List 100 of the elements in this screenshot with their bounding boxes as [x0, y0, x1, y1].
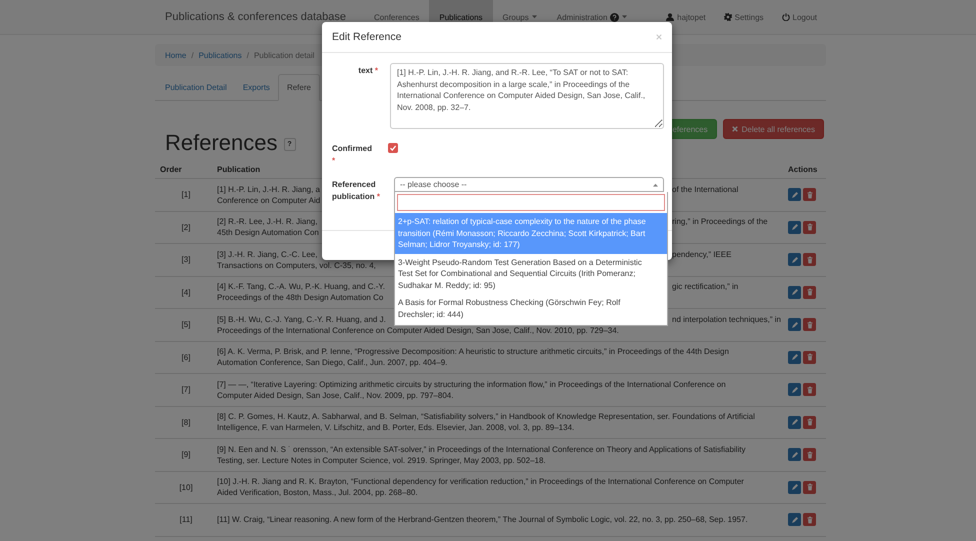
order-cell-text: [2] [180, 222, 192, 232]
close-icon[interactable] [656, 34, 662, 40]
order-cell-text: [3] [180, 255, 192, 264]
edit-button[interactable] [788, 448, 801, 462]
publication-text: Computer Aided Design, San Jose, Calif., Nov. 2009, pp. 797–804. [217, 390, 454, 400]
edit-button[interactable] [788, 480, 801, 494]
column-header: Actions [788, 165, 818, 174]
breadcrumb-current: Publication detail [254, 50, 314, 60]
order-cell-text: [10] [178, 482, 194, 492]
user-icon [666, 13, 674, 21]
pencil-icon [790, 483, 798, 492]
edit-button[interactable] [788, 350, 801, 364]
publication-text: [4] K.-F. Tang, C.-A. Wu, P.-K. Huang, and C.-Y. [217, 281, 385, 292]
pencil-icon [790, 256, 798, 264]
delete-button[interactable] [803, 286, 816, 299]
publication-text: Proceedings of the 48th Design Automation Co [217, 293, 384, 302]
publication-text: [2] R.-R. Lee, J.-H. R. Jiang, [217, 216, 318, 228]
publication-text: [6] A. K. Verma, P. Brisk, and P. Ienne, “Progressive Decomposition: A heuristic to structure arithmetic circuits,” in Proceedings of the 44th Design [217, 347, 729, 356]
publication-text: [11] W. Craig, “Linear reasoning. A new form of the Herbrand-Gentzen theorem,” The Journal of Symbolic Logic, vol. 22, no. 3, pp. 250–68, Sep. 1957. [217, 515, 748, 524]
publication-text: Automation Conference, San Diego, Calif., Jun. 2007, pp. 404–9. [217, 358, 448, 368]
edit-button[interactable] [788, 188, 801, 202]
delete-button[interactable] [803, 350, 816, 364]
trash-icon [806, 516, 814, 524]
publication-text: [8] C. P. Gomes, H. Kautz, A. Sabharwal, and B. Selman, “Satisfiability solvers,” in Handbook of Knowledge Representation, ser. Foundations of Artificial [217, 412, 755, 422]
pencil-icon [790, 190, 798, 199]
select-field[interactable]: -- please choose -- [394, 177, 664, 192]
page-heading: References [165, 130, 278, 156]
pencil-icon [790, 223, 798, 232]
pencil-icon [790, 450, 798, 459]
power-icon [782, 13, 790, 21]
trash-icon [806, 256, 814, 264]
search-field[interactable] [397, 194, 665, 211]
trash-icon [806, 483, 814, 492]
publication-text: Aided Verification, Boston, Mass., Jul. 2004, pp. 268–80. [217, 488, 418, 498]
delete-button[interactable] [803, 383, 816, 396]
dropdown-option[interactable]: A Basis for Formal Robustness Checking (Görschwin Fey; Rolf Drechsler; id: 444) [395, 294, 667, 323]
trash-icon [806, 288, 814, 296]
breadcrumb-link[interactable]: Publications [198, 50, 242, 60]
trash-icon [806, 353, 814, 362]
delete-button[interactable] [803, 416, 816, 429]
column-header: Order [159, 165, 183, 174]
delete-button[interactable] [803, 220, 816, 234]
pencil-icon [790, 516, 798, 524]
trash-icon [806, 418, 814, 426]
edit-button[interactable] [788, 416, 801, 429]
edit-button[interactable] [788, 383, 801, 396]
publication-text: of the International [672, 184, 738, 195]
order-cell-text: [11] [178, 515, 194, 524]
publication-text: [9] N. Een and N. S ˙ orensson, “An extensible SAT-solver,” in Proceedings of the International Conference on Theory and Applications of Satisfiability [217, 444, 746, 454]
order-cell-text: [8] [180, 418, 192, 427]
delete-button[interactable] [803, 480, 816, 494]
publication-text: [3] J.-H. R. Jiang, C.-C. Lee, [217, 248, 318, 260]
close-icon [732, 126, 738, 132]
publication-text: [5] B.-H. Wu, C.-J. Yang, C.-Y. R. Huang, and J. [217, 314, 386, 325]
pencil-icon [790, 353, 798, 362]
column-header: Publication [217, 165, 262, 174]
tab[interactable]: Exports [234, 75, 278, 100]
publication-text: [10] J.-H. R. Jiang and R. K. Brayton, “Functional dependency for verification reduction,” in Proceedings of the International Conference on Computer [217, 477, 744, 486]
text-field[interactable]: [1] H.-P. Lin, J.-H. R. Jiang, and R.-R. Lee, “To SAT or not to SAT: Ashenhurst decomposition in a large scale,” in Proceedings of the International Conference on Computer Aided Design, San Jose, Calif., Nov. 2008, pp. 32–7. [390, 63, 664, 129]
delete-button[interactable] [803, 318, 816, 332]
nav-item[interactable]: Settings [714, 0, 773, 34]
check-icon [389, 144, 397, 152]
nav-item[interactable]: Groups [492, 0, 547, 34]
publication-text: pendency,” IEEE [672, 248, 732, 260]
edit-button[interactable] [788, 318, 801, 332]
breadcrumb-separator: / [191, 50, 194, 60]
tab[interactable]: Refere [278, 74, 320, 101]
publication-text: [1] H.-P. Lin, J.-H. R. Jiang, a [217, 184, 320, 195]
field-label: text * [357, 65, 378, 77]
pencil-icon [790, 418, 798, 426]
edit-button[interactable] [788, 253, 801, 266]
delete-button[interactable] [803, 188, 816, 202]
field-label: Confirmed * [332, 143, 373, 167]
field-label: Referenced publication * [332, 179, 382, 203]
dropdown-option[interactable]: 2+p-SAT: relation of typical-case complexity to the nature of the phase transition (Rémi Monasson; Riccardo Zecchina; Scott Kirkpatrick; Bart Selman; Lidror Troyansky; id: 177) [395, 213, 667, 254]
delete-button[interactable] [803, 253, 816, 266]
edit-button[interactable] [788, 513, 801, 526]
pencil-icon [790, 288, 798, 296]
dropdown-option[interactable]: 3-Weight Pseudo-Random Test Generation Based on a Deterministic Test Set for Combinational and Sequential Circuits (Irith Pomeranz; Sudhakar M. Reddy; id: 95) [395, 254, 667, 294]
caret-icon [532, 15, 537, 19]
publication-text: nd interpolation techniques,” in [672, 314, 781, 325]
edit-button[interactable] [788, 286, 801, 299]
edit-button[interactable] [788, 220, 801, 234]
nav-item[interactable]: Logout [772, 0, 826, 34]
action-button[interactable]: Delete all references [722, 119, 824, 139]
order-cell-text: [4] [180, 288, 192, 297]
order-cell-text: [7] [180, 385, 192, 394]
trash-icon [806, 223, 814, 232]
nav-item[interactable]: hajtopet [657, 0, 715, 34]
settings-icon [724, 13, 732, 21]
delete-button[interactable] [803, 448, 816, 462]
confirmed-checkbox[interactable] [388, 143, 398, 153]
trash-icon [806, 450, 814, 459]
tab[interactable]: Publication Detail [157, 75, 235, 100]
order-cell-text: [9] [180, 450, 192, 460]
nav-item[interactable]: Administration [546, 0, 638, 34]
breadcrumb-link[interactable]: Home [165, 50, 186, 60]
pencil-icon [790, 320, 798, 329]
delete-button[interactable] [803, 513, 816, 526]
publication-text: Testing, ser. Lecture Notes in Computer Science, vol. 2919. Springer, May 2003, pp. 502–18. [217, 456, 546, 465]
